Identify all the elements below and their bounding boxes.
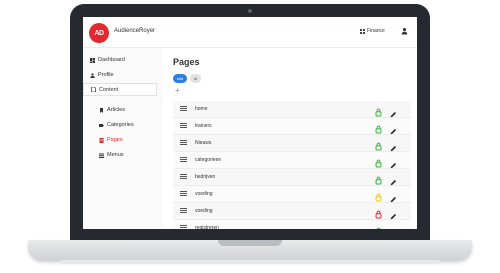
language-pill[interactable]: nl xyxy=(190,74,201,83)
add-page-button[interactable]: + xyxy=(175,86,180,95)
sidebar: Dashboard Profile Content Articles Categ… xyxy=(83,48,163,229)
drag-handle-icon[interactable] xyxy=(180,157,187,162)
tag-icon xyxy=(99,123,104,127)
logo[interactable]: AD xyxy=(89,23,109,43)
sidebar-subitem-pages[interactable]: Pages xyxy=(99,137,123,143)
table-row[interactable]: registreren xyxy=(173,220,411,229)
page-name: bedrijven xyxy=(195,174,216,180)
edit-pencil-icon[interactable] xyxy=(390,139,397,152)
table-row[interactable]: bedrijven xyxy=(173,169,411,186)
bookmark-icon xyxy=(100,107,103,113)
drag-handle-icon[interactable] xyxy=(180,191,187,196)
finance-link[interactable]: Finance xyxy=(360,28,385,34)
edit-pencil-icon[interactable] xyxy=(390,105,397,118)
page-name: voeding xyxy=(195,208,213,214)
edit-pencil-icon[interactable] xyxy=(390,156,397,169)
top-bar: AD AudienceRoyer Finance xyxy=(83,17,417,48)
sidebar-item-content[interactable]: Content xyxy=(83,83,157,96)
page-name: trainers xyxy=(195,123,212,129)
app-screen: AD AudienceRoyer Finance Dashboard Profi… xyxy=(83,17,417,229)
sidebar-item-dashboard[interactable]: Dashboard xyxy=(90,57,125,63)
table-row[interactable]: Nieuws xyxy=(173,135,411,152)
sidebar-subitem-label: Pages xyxy=(107,137,123,143)
lock-icon[interactable] xyxy=(375,155,382,168)
page-name: voeding xyxy=(195,191,213,197)
drag-handle-icon[interactable] xyxy=(180,106,187,111)
table-row[interactable]: trainers xyxy=(173,118,411,135)
sidebar-subitem-label: Categories xyxy=(107,122,134,128)
pages-table: home trainers Nieuws categorieen bedrijven vo… xyxy=(173,101,411,229)
dashboard-icon xyxy=(90,57,95,63)
finance-label: Finance xyxy=(367,28,385,34)
table-row[interactable]: voeding xyxy=(173,203,411,220)
sidebar-item-label: Profile xyxy=(98,72,114,78)
page-name: Nieuws xyxy=(195,140,212,146)
table-row[interactable]: home xyxy=(173,101,411,118)
sidebar-item-label: Content xyxy=(99,86,119,93)
page-name: home xyxy=(195,106,208,112)
webcam xyxy=(248,9,252,13)
user-menu-icon[interactable] xyxy=(401,27,408,35)
page-name: registreren xyxy=(195,225,219,229)
drag-handle-icon[interactable] xyxy=(180,225,187,229)
lock-icon[interactable] xyxy=(375,223,382,229)
page-title: Pages xyxy=(173,57,200,67)
lock-icon[interactable] xyxy=(375,172,382,185)
drag-handle-icon[interactable] xyxy=(180,208,187,213)
file-icon xyxy=(91,87,96,92)
sidebar-item-label: Dashboard xyxy=(98,57,125,63)
edit-mode-pill[interactable]: edit xyxy=(173,74,187,83)
user-icon xyxy=(90,72,95,78)
lock-icon[interactable] xyxy=(375,206,382,219)
sidebar-subitem-label: Menus xyxy=(107,152,124,158)
drag-handle-icon[interactable] xyxy=(180,140,187,145)
edit-pencil-icon[interactable] xyxy=(390,173,397,186)
edit-pencil-icon[interactable] xyxy=(390,207,397,220)
sidebar-subitem-label: Articles xyxy=(107,107,126,113)
table-row[interactable]: categorieen xyxy=(173,152,411,169)
drag-handle-icon[interactable] xyxy=(180,174,187,179)
edit-pencil-icon[interactable] xyxy=(390,190,397,203)
laptop-notch xyxy=(218,240,282,246)
sidebar-subitem-menus[interactable]: Menus xyxy=(99,152,124,158)
page-name: categorieen xyxy=(195,157,222,163)
page-icon xyxy=(99,137,104,143)
table-row[interactable]: voeding xyxy=(173,186,411,203)
laptop-foot xyxy=(60,260,440,264)
edit-pencil-icon[interactable] xyxy=(390,224,397,229)
grid-icon xyxy=(360,28,365,34)
sidebar-item-profile[interactable]: Profile xyxy=(90,72,114,78)
sidebar-subitem-articles[interactable]: Articles xyxy=(99,107,125,113)
lock-icon[interactable] xyxy=(375,138,382,151)
menu-icon xyxy=(99,153,104,158)
lock-icon[interactable] xyxy=(375,104,382,117)
laptop-base xyxy=(28,240,472,261)
drag-handle-icon[interactable] xyxy=(180,123,187,128)
edit-pencil-icon[interactable] xyxy=(390,122,397,135)
brand-name: AudienceRoyer xyxy=(114,28,156,34)
sidebar-subitem-categories[interactable]: Categories xyxy=(99,122,134,128)
lock-icon[interactable] xyxy=(375,189,382,202)
lock-icon[interactable] xyxy=(375,121,382,134)
